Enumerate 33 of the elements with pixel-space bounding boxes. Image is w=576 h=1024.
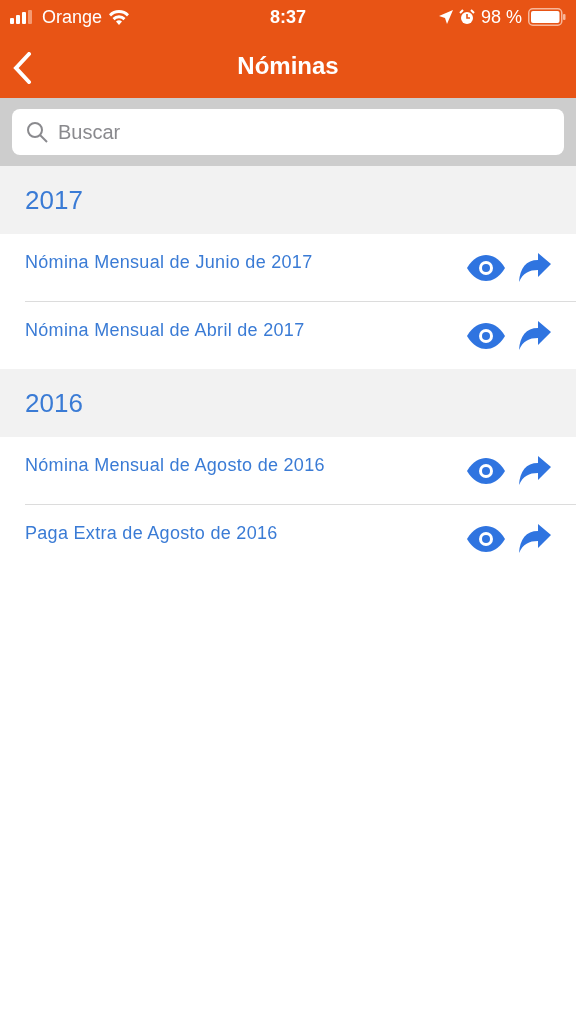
view-button[interactable] — [466, 254, 506, 281]
payslip-link[interactable]: Paga Extra de Agosto de 2016 — [25, 523, 454, 544]
share-arrow-icon — [518, 320, 552, 351]
payslip-link[interactable]: Nómina Mensual de Abril de 2017 — [25, 320, 454, 341]
eye-icon — [466, 457, 506, 484]
search-icon — [26, 121, 48, 143]
view-button[interactable] — [466, 322, 506, 349]
eye-icon — [466, 254, 506, 281]
share-button[interactable] — [518, 252, 552, 283]
carrier-name: Orange — [42, 6, 103, 28]
payslip-link[interactable]: Nómina Mensual de Agosto de 2016 — [25, 455, 454, 476]
screen-title: Nóminas — [237, 52, 339, 80]
search-field[interactable]: Buscar — [12, 109, 564, 155]
share-arrow-icon — [518, 523, 552, 554]
alarm-clock-icon — [458, 9, 475, 25]
eye-icon — [466, 322, 506, 349]
share-button[interactable] — [518, 523, 552, 554]
share-button[interactable] — [518, 320, 552, 351]
view-button[interactable] — [466, 457, 506, 484]
share-arrow-icon — [518, 455, 552, 486]
battery-icon — [528, 8, 566, 26]
payslip-link[interactable]: Nómina Mensual de Junio de 2017 — [25, 252, 454, 273]
clock-time: 8:37 — [270, 6, 306, 28]
location-arrow-icon — [438, 10, 453, 24]
view-button[interactable] — [466, 525, 506, 552]
back-chevron-icon — [12, 52, 32, 84]
section-year: 2017 — [25, 184, 83, 216]
eye-icon — [466, 525, 506, 552]
share-arrow-icon — [518, 252, 552, 283]
share-button[interactable] — [518, 455, 552, 486]
section-year: 2016 — [25, 387, 83, 419]
battery-percent: 98 % — [480, 6, 522, 28]
wifi-icon — [108, 9, 131, 25]
